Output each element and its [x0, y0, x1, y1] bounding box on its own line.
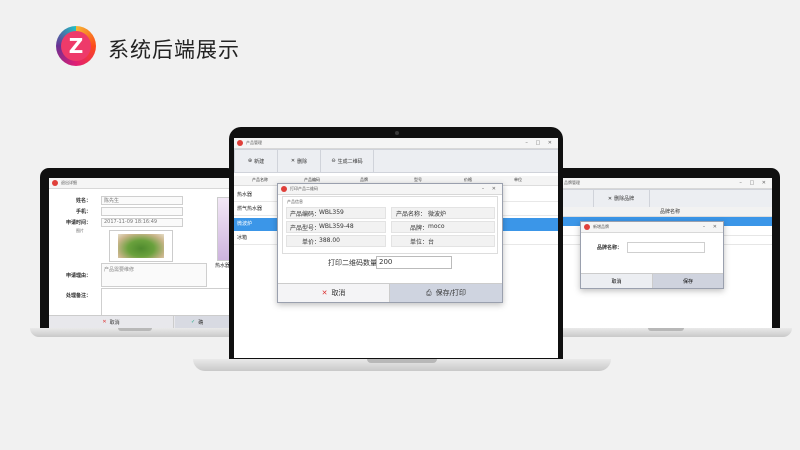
cancel-button[interactable]: ✕ 取消 [49, 316, 174, 328]
app-icon [281, 186, 287, 192]
center-laptop: 产品管理 – □ ✕ ⊕ 新建 ✕ 删除 ⊖ 生成二维码 产品名称 产品编码 品牌 型号… [193, 127, 611, 372]
price-row: 单价： 388.00 [286, 235, 386, 247]
qty-input[interactable]: 200 [376, 256, 452, 269]
dialog-save-button[interactable]: 保存 [653, 273, 723, 288]
time-label: 申请时间： [66, 220, 92, 226]
logo-letter: Z [61, 31, 91, 61]
printer-icon: ⎙ [426, 288, 432, 297]
close-icon: ✕ [102, 319, 107, 325]
column-header: 产品名称 [252, 177, 268, 182]
center-screen: 产品管理 – □ ✕ ⊕ 新建 ✕ 删除 ⊖ 生成二维码 产品名称 产品编码 品牌 型号… [234, 138, 558, 358]
remark-label: 处理备注： [66, 293, 92, 299]
generate-qr-button[interactable]: ⊖ 生成二维码 [321, 150, 374, 172]
code-value: WBL359 [319, 209, 344, 216]
close-icon: ✕ [321, 289, 328, 297]
center-toolbar: ⊕ 新建 ✕ 删除 ⊖ 生成二维码 [234, 149, 558, 173]
logo: Z [56, 26, 96, 66]
delete-button[interactable]: ✕ 删除 [278, 150, 321, 172]
apply-label: 申请理由： [66, 273, 92, 279]
brand-value: moco [428, 223, 445, 230]
unit-row: 单位： 台 [391, 235, 495, 247]
product-info-section: 产品信息 产品编码： WBL359 产品名称： 微波炉 产品型号： WBL359… [282, 196, 498, 254]
name-label: 姓名： [76, 198, 92, 204]
model-row: 产品型号： WBL359-48 [286, 221, 386, 233]
column-header: 单位 [514, 177, 522, 182]
save-print-button[interactable]: ⎙ 保存/打印 [390, 283, 502, 302]
image-label: 图片 [76, 228, 84, 233]
qr-icon: ⊖ [331, 158, 336, 164]
time-field[interactable]: 2017-11-09 18:16:49 [101, 218, 183, 227]
name-row: 产品名称： 微波炉 [391, 207, 495, 219]
code-row: 产品编码： WBL359 [286, 207, 386, 219]
webcam [395, 131, 399, 135]
slide-title: 系统后端展示 [108, 38, 240, 62]
model-value: WBL359-48 [319, 223, 354, 230]
phone-label: 手机： [76, 209, 92, 215]
print-qr-dialog: 打印产品二维码 – ✕ 产品信息 产品编码： WBL359 产品名称： 微波炉 产… [277, 183, 503, 303]
dialog-cancel-button[interactable]: ✕ 取消 [278, 283, 390, 302]
brand-row: 品牌： moco [391, 221, 495, 233]
center-window-titlebar: 产品管理 – □ ✕ [234, 138, 558, 149]
name-field[interactable]: 陈先生 [101, 196, 183, 205]
app-icon [52, 180, 58, 186]
price-value: 388.00 [319, 237, 340, 244]
new-button[interactable]: ⊕ 新建 [235, 150, 278, 172]
apply-field[interactable]: 产品需要维修 [101, 263, 207, 287]
brand-name-input[interactable] [627, 242, 705, 253]
print-qr-titlebar: 打印产品二维码 – ✕ [278, 184, 502, 195]
close-icon: ✕ [290, 158, 296, 164]
app-icon [237, 140, 243, 146]
product-photo[interactable] [109, 230, 173, 262]
section-label: 产品信息 [287, 199, 303, 204]
unit-value: 台 [428, 239, 435, 246]
plus-circle-icon: ⊕ [247, 158, 253, 164]
name-value: 微波炉 [428, 211, 447, 218]
phone-field[interactable] [101, 207, 183, 216]
